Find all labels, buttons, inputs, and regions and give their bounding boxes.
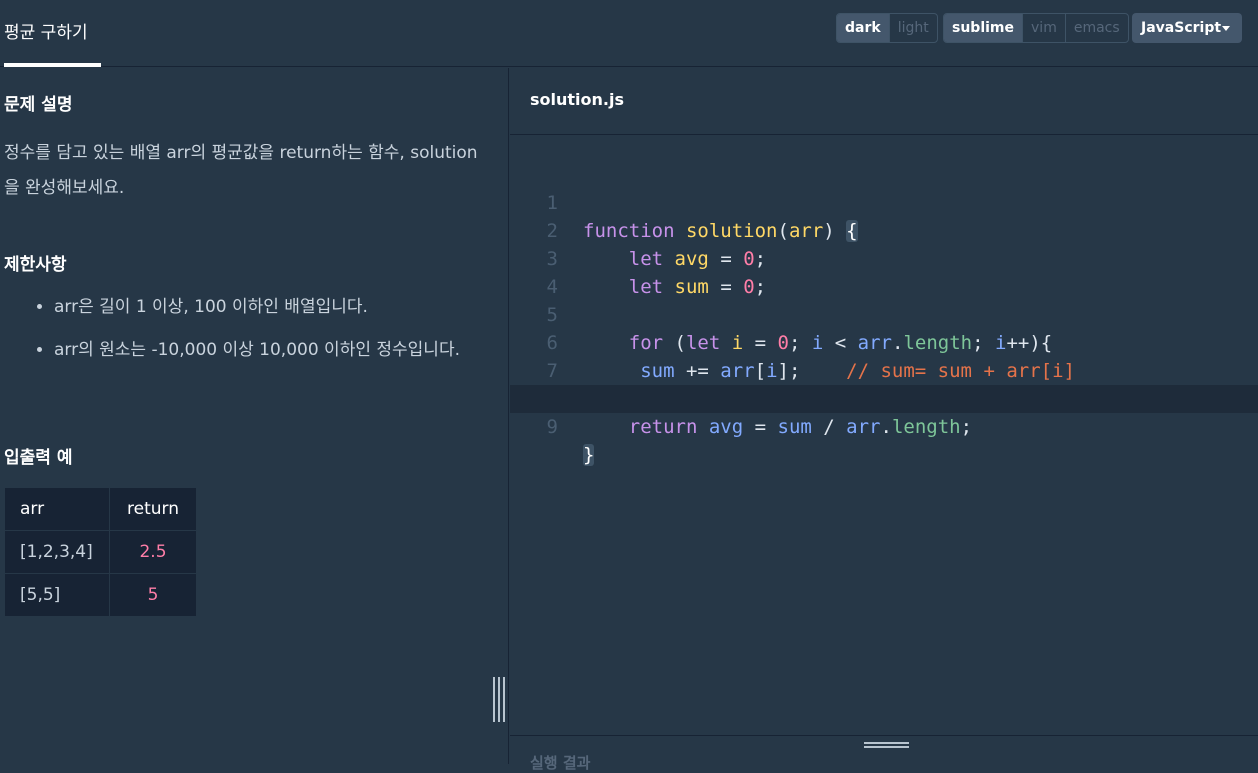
keymap-toggle-group: sublime vim emacs bbox=[943, 13, 1129, 43]
examples-header-row: arr return bbox=[4, 487, 197, 531]
constraints-heading: 제한사항 bbox=[4, 255, 67, 275]
constraint-item: arr의 원소는 -10,000 이상 10,000 이하인 정수입니다. bbox=[54, 335, 494, 366]
column-header-return: return bbox=[109, 487, 197, 531]
code-line: 4 bbox=[510, 245, 1258, 298]
code-editor[interactable]: 1 function solution(arr) { 2 let avg = 0… bbox=[510, 136, 1258, 734]
table-row: [1,2,3,4] 2.5 bbox=[4, 530, 197, 574]
examples-heading: 입출력 예 bbox=[4, 448, 73, 468]
line-code: } bbox=[583, 444, 595, 466]
table-cell-return: 5 bbox=[109, 573, 197, 617]
file-name: solution.js bbox=[530, 90, 624, 109]
editor-pane: solution.js 1 function solution(arr) { 2… bbox=[510, 68, 1258, 772]
code-line: 1 function solution(arr) { bbox=[510, 161, 1258, 242]
code-line: 2 let avg = 0; bbox=[510, 189, 1258, 270]
keymap-emacs-button[interactable]: emacs bbox=[1064, 14, 1128, 42]
language-select[interactable]: JavaScript bbox=[1132, 13, 1242, 43]
pane-resize-handle[interactable] bbox=[493, 677, 505, 722]
problem-title-tab[interactable]: 평균 구하기 bbox=[4, 0, 101, 67]
code-line-current: 9 } bbox=[510, 385, 1258, 466]
table-cell-arr: [5,5] bbox=[4, 573, 110, 617]
line-code: return avg = sum / arr.length; bbox=[628, 416, 973, 438]
column-header-arr: arr bbox=[4, 487, 110, 531]
keymap-vim-button[interactable]: vim bbox=[1022, 14, 1065, 42]
code-line: 8 return avg = sum / arr.length; bbox=[510, 357, 1258, 438]
file-header: solution.js bbox=[510, 68, 1258, 135]
result-panel-header: 실행 결과 bbox=[510, 735, 1258, 772]
description-text: 정수를 담고 있는 배열 arr의 평균값을 return하는 함수, solu… bbox=[4, 143, 478, 198]
language-select-value: JavaScript bbox=[1141, 20, 1222, 36]
examples-table: arr return [1,2,3,4] 2.5 [5,5] 5 bbox=[4, 487, 197, 617]
theme-light-button[interactable]: light bbox=[888, 14, 937, 42]
caret-down-icon bbox=[1222, 26, 1230, 31]
active-tab-indicator bbox=[4, 63, 101, 67]
code-line: 5 for (let i = 0; i < arr.length; i++){ bbox=[510, 273, 1258, 354]
problem-pane: 문제 설명 정수를 담고 있는 배열 arr의 평균값을 return하는 함수… bbox=[0, 68, 509, 764]
constraints-list: arr은 길이 1 이상, 100 이하인 배열입니다. arr의 원소는 -1… bbox=[30, 292, 494, 378]
code-line: 6 sum += arr[i]; // sum= sum + arr[i] bbox=[510, 301, 1258, 382]
theme-dark-button[interactable]: dark bbox=[837, 14, 889, 42]
table-row: [5,5] 5 bbox=[4, 573, 197, 617]
result-resize-handle[interactable] bbox=[864, 742, 909, 750]
line-number: 9 bbox=[546, 416, 558, 438]
description-heading: 문제 설명 bbox=[4, 95, 73, 115]
table-cell-return: 2.5 bbox=[109, 530, 197, 574]
code-line: 3 let sum = 0; bbox=[510, 217, 1258, 298]
theme-toggle-group: dark light bbox=[836, 13, 938, 43]
table-cell-arr: [1,2,3,4] bbox=[4, 530, 110, 574]
keymap-sublime-button[interactable]: sublime bbox=[944, 14, 1023, 42]
constraint-item: arr은 길이 1 이상, 100 이하인 배열입니다. bbox=[54, 292, 494, 323]
code-line: 7 } bbox=[510, 329, 1258, 410]
result-label: 실행 결과 bbox=[530, 754, 591, 772]
top-bar: 평균 구하기 dark light sublime vim emacs Java… bbox=[0, 0, 1258, 67]
